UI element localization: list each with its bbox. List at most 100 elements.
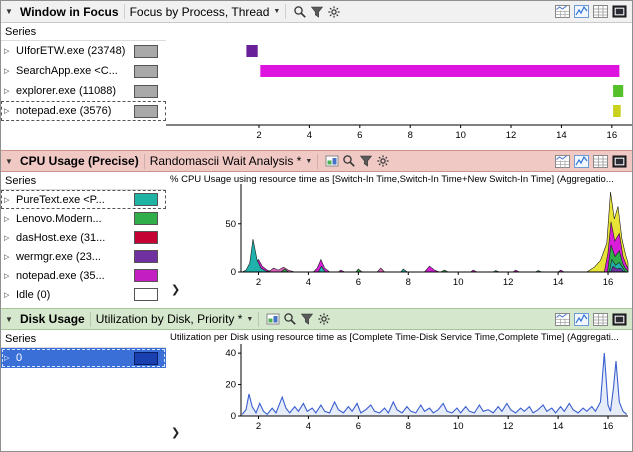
fullscreen-icon[interactable]: [611, 154, 628, 169]
settings-icon[interactable]: [325, 4, 342, 20]
separator: [123, 4, 125, 19]
svg-text:8: 8: [406, 421, 411, 432]
series-row[interactable]: ▷ dasHost.exe (31...: [1, 228, 166, 247]
window-in-focus-timeline-chart[interactable]: 2 4 6 8 10 12 14 16: [166, 23, 632, 150]
series-color-swatch: [134, 84, 158, 98]
separator: [285, 4, 287, 19]
series-row[interactable]: ▷ explorer.exe (11088): [1, 81, 166, 101]
svg-text:10: 10: [453, 277, 464, 288]
filter-icon[interactable]: [357, 153, 374, 169]
search-icon[interactable]: [281, 311, 298, 327]
expand-row-icon[interactable]: ▷: [4, 215, 13, 223]
view-editor-icon[interactable]: [323, 153, 340, 169]
svg-text:12: 12: [503, 277, 514, 288]
svg-text:0: 0: [231, 267, 236, 278]
series-rows: ▷ 0: [1, 348, 166, 368]
separator: [317, 153, 319, 169]
expand-row-icon[interactable]: ▷: [4, 196, 13, 204]
disk-usage-header: ▼ Disk Usage Utilization by Disk, Priori…: [1, 308, 632, 330]
filter-icon[interactable]: [298, 311, 315, 327]
cpu-usage-body: Series ▷ PureText.exe <P... ▷ Lenovo.Modern…: [1, 172, 632, 308]
settings-icon[interactable]: [315, 311, 332, 327]
expand-row-icon[interactable]: ▷: [4, 272, 13, 280]
collapse-panel-icon[interactable]: ▼: [5, 157, 15, 166]
collapse-panel-icon[interactable]: ▼: [5, 7, 15, 16]
settings-icon[interactable]: [374, 153, 391, 169]
series-color-swatch: [134, 250, 158, 263]
series-color-swatch: [134, 212, 158, 225]
graph-icon[interactable]: [573, 4, 590, 19]
graph-icon[interactable]: [573, 154, 590, 169]
series-label: Lenovo.Modern...: [16, 212, 102, 225]
series-color-swatch: [134, 44, 158, 58]
series-row[interactable]: ▷ 0: [1, 348, 166, 368]
preset-label: Focus by Process, Thread: [129, 4, 270, 19]
separator: [258, 311, 260, 327]
series-row[interactable]: ▷ notepad.exe (3576): [1, 101, 166, 121]
svg-text:16: 16: [607, 130, 618, 141]
filter-icon[interactable]: [308, 4, 325, 20]
series-label: 0: [16, 352, 23, 364]
fullscreen-icon[interactable]: [611, 4, 628, 19]
expand-row-icon[interactable]: ▷: [4, 107, 13, 115]
svg-text:6: 6: [356, 421, 361, 432]
svg-text:0: 0: [231, 411, 236, 422]
series-color-swatch: [134, 288, 158, 301]
collapse-panel-icon[interactable]: ▼: [5, 315, 15, 324]
panel-cpu-usage-precise: ▼ CPU Usage (Precise) Randomascii Wait A…: [1, 150, 632, 308]
expand-row-icon[interactable]: ▷: [4, 354, 13, 362]
series-row[interactable]: ▷ Lenovo.Modern...: [1, 209, 166, 228]
series-label: notepad.exe (35...: [16, 269, 105, 282]
series-legend: Series ▷ UIforETW.exe (23748) ▷ SearchApp.e…: [1, 23, 166, 150]
view-toggle-group: [552, 154, 628, 169]
expand-row-icon[interactable]: ▷: [4, 67, 13, 75]
view-editor-icon[interactable]: [264, 311, 281, 327]
cpu-usage-chart-area[interactable]: % CPU Usage using resource time as [Swit…: [166, 172, 632, 308]
window-in-focus-header: ▼ Window in Focus Focus by Process, Thre…: [1, 1, 632, 23]
expand-row-icon[interactable]: ▷: [4, 47, 13, 55]
panel-window-in-focus: ▼ Window in Focus Focus by Process, Thre…: [1, 1, 632, 150]
preset-dropdown[interactable]: Focus by Process, Thread ▼: [130, 5, 281, 19]
series-row[interactable]: ▷ notepad.exe (35...: [1, 266, 166, 285]
table-icon[interactable]: [592, 154, 609, 169]
series-row[interactable]: ▷ SearchApp.exe <C...: [1, 61, 166, 81]
series-row[interactable]: ▷ PureText.exe <P...: [1, 190, 166, 209]
expand-row-icon[interactable]: ▷: [4, 87, 13, 95]
fullscreen-icon[interactable]: [611, 312, 628, 327]
preset-dropdown[interactable]: Randomascii Wait Analysis * ▼: [150, 154, 313, 168]
separator: [143, 153, 145, 169]
svg-text:2: 2: [256, 130, 261, 141]
series-label: PureText.exe <P...: [16, 193, 105, 206]
window-in-focus-chart-area[interactable]: 2 4 6 8 10 12 14 16: [166, 23, 632, 150]
expand-row-icon[interactable]: ▷: [4, 234, 13, 242]
series-row[interactable]: ▷ Idle (0): [1, 285, 166, 304]
graph-table-icon[interactable]: [554, 4, 571, 19]
cpu-usage-header: ▼ CPU Usage (Precise) Randomascii Wait A…: [1, 150, 632, 172]
graph-table-icon[interactable]: [554, 154, 571, 169]
preset-dropdown[interactable]: Utilization by Disk, Priority * ▼: [96, 312, 254, 326]
series-row[interactable]: ▷ wermgr.exe (23...: [1, 247, 166, 266]
series-row[interactable]: ▷ UIforETW.exe (23748): [1, 41, 166, 61]
toolbar: [291, 4, 342, 20]
series-color-swatch: [134, 193, 158, 206]
search-icon[interactable]: [340, 153, 357, 169]
svg-text:4: 4: [306, 421, 311, 432]
expand-row-icon[interactable]: ▷: [4, 253, 13, 261]
graph-table-icon[interactable]: [554, 312, 571, 327]
expand-row-icon[interactable]: ▷: [4, 291, 13, 299]
series-label: explorer.exe (11088): [16, 85, 117, 97]
panel-disk-usage: ▼ Disk Usage Utilization by Disk, Priori…: [1, 308, 632, 451]
expand-legend-icon[interactable]: ❯: [171, 426, 180, 439]
expand-legend-icon[interactable]: ❯: [171, 283, 180, 296]
disk-usage-body: Series ▷ 0 Utilization per Disk using res…: [1, 330, 632, 451]
graph-icon[interactable]: [573, 312, 590, 327]
disk-utilization-line-chart[interactable]: 0 20 40 2 4 6 8 10 12 14 16: [166, 330, 632, 451]
table-icon[interactable]: [592, 4, 609, 19]
svg-text:14: 14: [556, 130, 567, 141]
disk-usage-chart-area[interactable]: Utilization per Disk using resource time…: [166, 330, 632, 451]
search-icon[interactable]: [291, 4, 308, 20]
toolbar: [264, 311, 332, 327]
series-rows: ▷ UIforETW.exe (23748) ▷ SearchApp.exe <C..…: [1, 41, 166, 121]
table-icon[interactable]: [592, 312, 609, 327]
cpu-usage-area-chart[interactable]: 0 50 2 4 6 8 10 12 14 16: [166, 172, 632, 308]
